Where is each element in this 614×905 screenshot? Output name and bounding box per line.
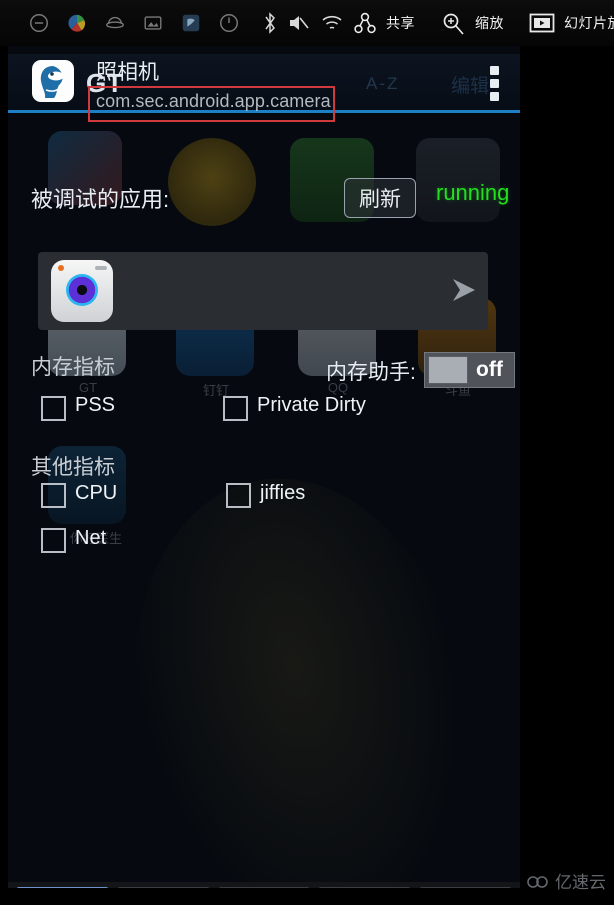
checkbox-private-dirty-label[interactable]: Private Dirty <box>257 394 366 417</box>
sort-az-button[interactable]: A-Z <box>366 74 399 94</box>
hat-icon[interactable] <box>104 12 126 34</box>
slideshow-label[interactable]: 幻灯片放映 <box>564 13 614 33</box>
app-icon[interactable] <box>180 12 202 34</box>
overflow-menu-icon[interactable] <box>490 66 499 105</box>
phone-screenshot: GT 钉钉 QQ 斗鱼 你好医生 GT A-Z 编辑 被调试的应用: 刷新 ru… <box>8 46 520 888</box>
camera-lens <box>66 274 98 306</box>
picture-icon[interactable] <box>142 12 164 34</box>
wifi-icon <box>322 15 342 29</box>
share-icon[interactable] <box>353 10 377 36</box>
power-icon[interactable] <box>218 12 240 34</box>
debug-app-name: 照相机 <box>96 61 159 84</box>
right-letterbox <box>520 46 614 905</box>
status-badge: running <box>436 180 510 205</box>
slideshow-icon[interactable] <box>529 12 555 34</box>
checkbox-net-label[interactable]: Net <box>75 527 106 550</box>
memory-section-title: 内存指标 <box>31 356 115 379</box>
watermark-text: 亿速云 <box>555 873 606 892</box>
camera-app-icon <box>51 260 113 322</box>
viewer-toolbar-left-icons <box>28 0 240 46</box>
share-label[interactable]: 共享 <box>386 13 415 33</box>
memory-helper-toggle[interactable]: off <box>424 352 515 388</box>
wallpaper-label: GT <box>78 380 98 395</box>
left-letterbox <box>0 46 8 905</box>
viewer-toolbar-actions: 共享 缩放 幻灯片放映 <box>262 0 614 46</box>
camera-flash-bar <box>95 266 107 270</box>
memory-helper-label: 内存助手: <box>326 361 416 384</box>
color-wheel-icon[interactable] <box>66 12 88 34</box>
viewer-toolbar: 共享 缩放 幻灯片放映 <box>0 0 614 46</box>
toggle-state-label: off <box>476 358 503 381</box>
bottom-letterbox <box>0 888 614 905</box>
mute-icon <box>290 16 309 30</box>
edit-button[interactable]: 编辑 <box>451 71 489 98</box>
debug-app-label: 被调试的应用: <box>31 187 170 212</box>
checkbox-pss-label[interactable]: PSS <box>75 394 115 417</box>
bluetooth-icon <box>265 12 275 34</box>
refresh-button[interactable]: 刷新 <box>344 178 416 218</box>
screenshot-root: 94% 10:19 <box>0 0 614 905</box>
zoom-label[interactable]: 缩放 <box>475 13 504 33</box>
wallpaper-shape <box>92 446 514 888</box>
cloud-icon <box>527 875 548 888</box>
debug-app-row: 被调试的应用: 刷新 running <box>8 178 520 222</box>
other-section-title: 其他指标 <box>31 456 115 479</box>
watermark: 亿速云 <box>526 868 606 893</box>
checkbox-net[interactable] <box>41 528 66 553</box>
camera-indicator-dot <box>58 265 64 271</box>
checkbox-pss[interactable] <box>41 396 66 421</box>
checkbox-jiffies[interactable] <box>226 483 251 508</box>
gt-penguin-logo <box>32 60 74 102</box>
checkbox-jiffies-label[interactable]: jiffies <box>260 482 305 505</box>
minus-circle-icon[interactable] <box>28 12 50 34</box>
debug-app-card[interactable] <box>38 252 488 330</box>
checkbox-cpu-label[interactable]: CPU <box>75 482 117 505</box>
chevron-right-icon[interactable] <box>447 274 481 306</box>
toggle-knob <box>428 356 468 384</box>
magnifier-plus-icon[interactable] <box>440 10 466 36</box>
checkbox-private-dirty[interactable] <box>223 396 248 421</box>
debug-app-package: com.sec.android.app.camera <box>96 91 331 111</box>
checkbox-cpu[interactable] <box>41 483 66 508</box>
